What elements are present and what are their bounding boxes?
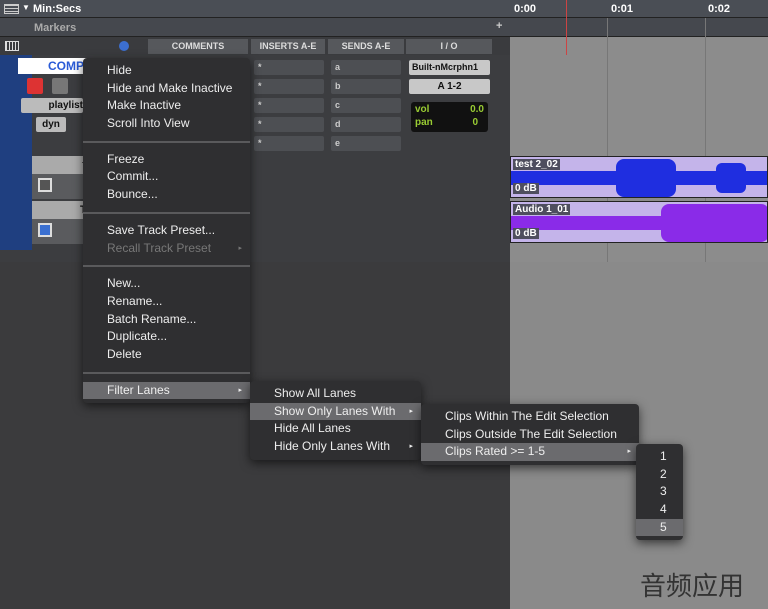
menu-rating-5[interactable]: 5 xyxy=(636,518,683,537)
clip-audio-1-01[interactable]: Audio 1_01 0 dB xyxy=(510,201,768,243)
menu-clips-rated[interactable]: Clips Rated >= 1-5 ▸ xyxy=(421,443,639,462)
label: Hide Only Lanes With xyxy=(274,439,391,454)
ruler-label: Min:Secs xyxy=(33,3,82,15)
send-slot-a[interactable]: a xyxy=(331,60,401,75)
menu-rating-1[interactable]: 1 xyxy=(636,448,683,466)
menu-show-only-lanes-with[interactable]: Show Only Lanes With ▸ xyxy=(250,402,421,421)
clip-gain[interactable]: 0 dB xyxy=(513,183,539,194)
ruler-toggle-icon[interactable]: ▼ xyxy=(22,3,30,12)
rating-submenu: 1 2 3 4 5 xyxy=(636,444,683,541)
menu-new[interactable]: New... xyxy=(83,275,250,293)
send-slot-b[interactable]: b xyxy=(331,79,401,94)
menu-clips-outside-selection[interactable]: Clips Outside The Edit Selection xyxy=(421,426,639,444)
tick-2: 0:02 xyxy=(708,3,731,15)
track-list: COMP playlist dyn * * * * * a b c d e Bu… xyxy=(0,55,510,262)
menu-scroll-into-view[interactable]: Scroll Into View xyxy=(83,115,250,133)
input-selector[interactable]: Built-nMcrphn1 xyxy=(409,60,490,75)
vol-label: vol xyxy=(415,104,430,115)
submenu-arrow-icon: ▸ xyxy=(627,448,631,456)
send-slot-c[interactable]: c xyxy=(331,98,401,113)
menu-hide-all-lanes[interactable]: Hide All Lanes xyxy=(250,420,421,438)
menu-rating-2[interactable]: 2 xyxy=(636,466,683,484)
menu-filter-lanes[interactable]: Filter Lanes ▸ xyxy=(83,381,250,400)
submenu-arrow-icon: ▸ xyxy=(409,443,413,451)
send-slot-d[interactable]: d xyxy=(331,117,401,132)
send-slot-e[interactable]: e xyxy=(331,136,401,151)
menu-icon[interactable] xyxy=(4,4,19,14)
menu-batch-rename[interactable]: Batch Rename... xyxy=(83,311,250,329)
waveform-peak xyxy=(716,163,746,193)
menu-hide[interactable]: Hide xyxy=(83,62,250,80)
insert-slot-d[interactable]: * xyxy=(254,117,324,132)
submenu-arrow-icon: ▸ xyxy=(238,386,242,394)
insert-slot-c[interactable]: * xyxy=(254,98,324,113)
lane-2-icon[interactable] xyxy=(38,223,52,237)
track-name[interactable]: COMP xyxy=(18,58,88,74)
label: Clips Rated >= 1-5 xyxy=(445,444,546,459)
sends-header: SENDS A-E xyxy=(328,39,404,54)
pan-value[interactable]: 0 xyxy=(472,117,478,128)
submenu-arrow-icon: ▸ xyxy=(409,407,413,415)
menu-separator xyxy=(83,211,250,214)
clip-test-2-02[interactable]: test 2_02 0 dB xyxy=(510,156,768,198)
clock-icon[interactable] xyxy=(119,41,129,51)
pan-label: pan xyxy=(415,117,433,128)
markers-bar: Markers + xyxy=(0,18,768,37)
input-monitor-button[interactable] xyxy=(52,78,68,94)
view-selector-icon[interactable] xyxy=(5,41,19,51)
menu-separator xyxy=(83,371,250,374)
track-context-menu: Hide Hide and Make Inactive Make Inactiv… xyxy=(83,58,250,404)
menu-duplicate[interactable]: Duplicate... xyxy=(83,328,250,346)
clip-name: Audio 1_01 xyxy=(513,204,571,215)
column-header: COMMENTS INSERTS A-E SENDS A-E I / O xyxy=(0,37,510,55)
submenu-arrow-icon: ▸ xyxy=(238,244,242,252)
menu-show-all-lanes[interactable]: Show All Lanes xyxy=(250,385,421,403)
waveform-peak xyxy=(661,204,767,242)
menu-commit[interactable]: Commit... xyxy=(83,168,250,186)
menu-filter-lanes-label: Filter Lanes xyxy=(107,382,170,397)
show-only-submenu: Clips Within The Edit Selection Clips Ou… xyxy=(421,404,639,466)
waveform-peak xyxy=(616,159,676,197)
label: Show Only Lanes With xyxy=(274,403,396,418)
menu-hide-make-inactive[interactable]: Hide and Make Inactive xyxy=(83,80,250,98)
playlist-button[interactable]: playlist xyxy=(21,98,83,113)
tick-0: 0:00 xyxy=(514,3,537,15)
menu-hide-only-lanes-with[interactable]: Hide Only Lanes With ▸ xyxy=(250,438,421,456)
watermark: 音频应用 xyxy=(640,572,745,602)
menu-recall-label: Recall Track Preset xyxy=(107,240,212,255)
vol-pan-display: vol 0.0 pan 0 xyxy=(411,102,488,132)
menu-rating-4[interactable]: 4 xyxy=(636,501,683,519)
comments-header: COMMENTS xyxy=(148,39,248,54)
add-marker-button[interactable]: + xyxy=(496,20,502,32)
playhead[interactable] xyxy=(566,0,567,55)
menu-freeze[interactable]: Freeze xyxy=(83,151,250,169)
insert-slot-b[interactable]: * xyxy=(254,79,324,94)
ruler-bar: ▼ Min:Secs 0:00 0:01 0:02 xyxy=(0,0,768,18)
menu-bounce[interactable]: Bounce... xyxy=(83,186,250,204)
insert-slot-a[interactable]: * xyxy=(254,60,324,75)
record-button[interactable] xyxy=(27,78,43,94)
markers-label: Markers xyxy=(34,22,77,34)
inserts-header: INSERTS A-E xyxy=(251,39,325,54)
clip-name: test 2_02 xyxy=(513,159,560,170)
menu-recall-track-preset: Recall Track Preset ▸ xyxy=(83,240,250,258)
menu-clips-within-selection[interactable]: Clips Within The Edit Selection xyxy=(421,408,639,426)
menu-save-track-preset[interactable]: Save Track Preset... xyxy=(83,222,250,240)
menu-rating-3[interactable]: 3 xyxy=(636,483,683,501)
automation-button[interactable]: dyn xyxy=(36,117,66,132)
menu-separator xyxy=(83,265,250,268)
menu-delete[interactable]: Delete xyxy=(83,346,250,364)
lane-1-icon[interactable] xyxy=(38,178,52,192)
io-header: I / O xyxy=(406,39,492,54)
tick-1: 0:01 xyxy=(611,3,634,15)
menu-make-inactive[interactable]: Make Inactive xyxy=(83,97,250,115)
insert-slot-e[interactable]: * xyxy=(254,136,324,151)
output-selector[interactable]: A 1-2 xyxy=(409,79,490,94)
menu-separator xyxy=(83,140,250,143)
vol-value[interactable]: 0.0 xyxy=(470,104,484,115)
filter-lanes-submenu: Show All Lanes Show Only Lanes With ▸ Hid… xyxy=(250,381,421,460)
menu-rename[interactable]: Rename... xyxy=(83,293,250,311)
clip-gain[interactable]: 0 dB xyxy=(513,228,539,239)
